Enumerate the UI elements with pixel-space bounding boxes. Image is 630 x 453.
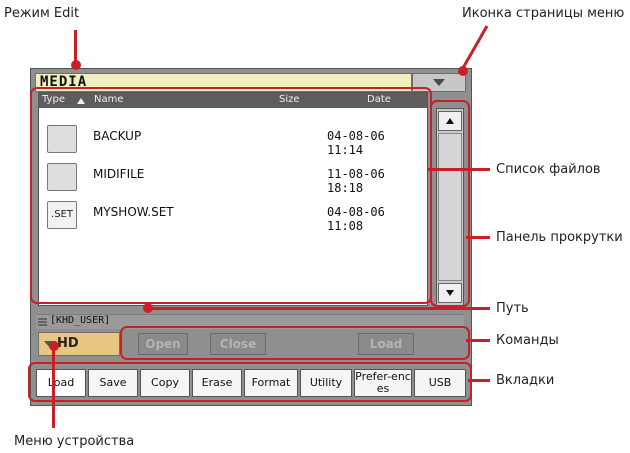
commands-callout [120,326,470,360]
current-path: [KHD_USER] [50,315,111,326]
scroll-bar-callout [430,100,470,307]
file-list-label: Список файлов [496,162,601,177]
device-menu-label: Меню устройства [14,434,135,449]
path-label: Путь [496,301,529,316]
edit-mode-pointer [74,30,77,62]
commands-pointer [466,339,490,342]
file-list-callout [30,87,432,304]
device-menu-pointer [52,346,55,428]
path-pointer [150,307,490,310]
tabs-pointer [468,379,490,382]
drag-grip-icon [38,318,47,326]
scroll-bar-pointer [466,236,490,239]
menu-icon-pointer [461,25,489,69]
menu-icon-label: Иконка страницы меню [462,6,625,21]
scroll-bar-label: Панель прокрутки [496,230,623,245]
tabs-label: Вкладки [496,373,555,388]
tabs-callout [28,362,472,402]
file-list-pointer [428,168,490,171]
commands-label: Команды [496,333,559,348]
edit-mode-label: Режим Edit [4,6,80,21]
device-name: HD [57,336,79,351]
